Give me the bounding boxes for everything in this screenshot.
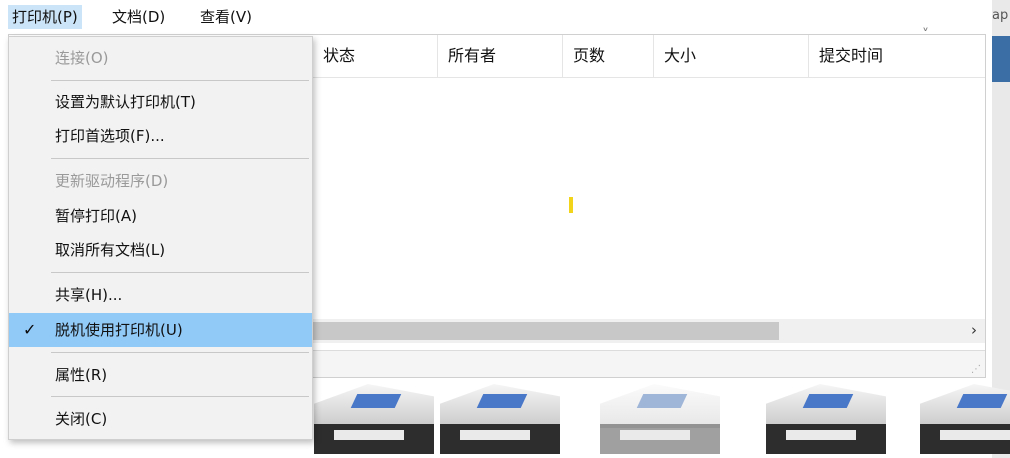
menu-item-close[interactable]: 关闭(C): [9, 402, 312, 436]
menu-item-use-offline[interactable]: ✓ 脱机使用打印机(U): [9, 313, 312, 347]
scroll-right-icon[interactable]: ›: [971, 321, 977, 339]
background-window-accent: [992, 36, 1010, 82]
menu-view[interactable]: 查看(V): [196, 5, 256, 29]
menu-item-preferences[interactable]: 打印首选项(F)...: [9, 119, 312, 153]
menu-item-properties[interactable]: 属性(R): [9, 358, 312, 392]
menu-item-use-offline-label: 脱机使用打印机(U): [55, 321, 183, 339]
printer-dropdown-menu: 连接(O) 设置为默认打印机(T) 打印首选项(F)... 更新驱动程序(D) …: [8, 36, 313, 440]
printer-icon[interactable]: [920, 384, 1010, 454]
printer-icon[interactable]: [314, 384, 434, 454]
column-header-size[interactable]: 大小: [654, 35, 809, 77]
sort-indicator-icon: ˅: [922, 27, 929, 43]
menu-separator: [51, 396, 309, 397]
column-header-submitted[interactable]: 提交时间: [809, 35, 981, 77]
menu-document[interactable]: 文档(D): [108, 5, 169, 29]
menu-separator: [51, 158, 309, 159]
horizontal-scrollbar[interactable]: ›: [313, 319, 985, 343]
printer-icon[interactable]: [440, 384, 560, 454]
menu-separator: [51, 352, 309, 353]
printer-icons-strip: [300, 378, 1010, 458]
menu-item-set-default[interactable]: 设置为默认打印机(T): [9, 85, 312, 119]
scrollbar-thumb[interactable]: [313, 322, 779, 340]
menu-item-pause-printing[interactable]: 暂停打印(A): [9, 199, 312, 233]
printer-icon[interactable]: [766, 384, 886, 454]
menubar: 打印机(P) 文档(D) 查看(V): [0, 0, 990, 34]
column-header-pages[interactable]: 页数: [563, 35, 654, 77]
menu-item-connect: 连接(O): [55, 49, 109, 67]
checkmark-icon: ✓: [23, 320, 37, 339]
menu-separator: [51, 272, 309, 273]
column-header-row: 状态 所有者 页数 大小 提交时间 ˅: [313, 27, 985, 78]
menu-separator: [51, 80, 309, 81]
resize-grip-icon[interactable]: ⋰: [971, 364, 981, 375]
column-header-owner[interactable]: 所有者: [438, 35, 563, 77]
menu-printer[interactable]: 打印机(P): [8, 5, 82, 29]
column-header-status[interactable]: 状态: [313, 35, 438, 77]
text-cursor-marker: [569, 197, 573, 213]
menu-item-update-driver: 更新驱动程序(D): [55, 172, 169, 190]
printer-offline-icon[interactable]: [600, 384, 720, 454]
menu-item-cancel-all[interactable]: 取消所有文档(L): [9, 233, 312, 267]
menu-item-sharing[interactable]: 共享(H)...: [9, 278, 312, 312]
background-window-text: ap: [992, 8, 1009, 23]
